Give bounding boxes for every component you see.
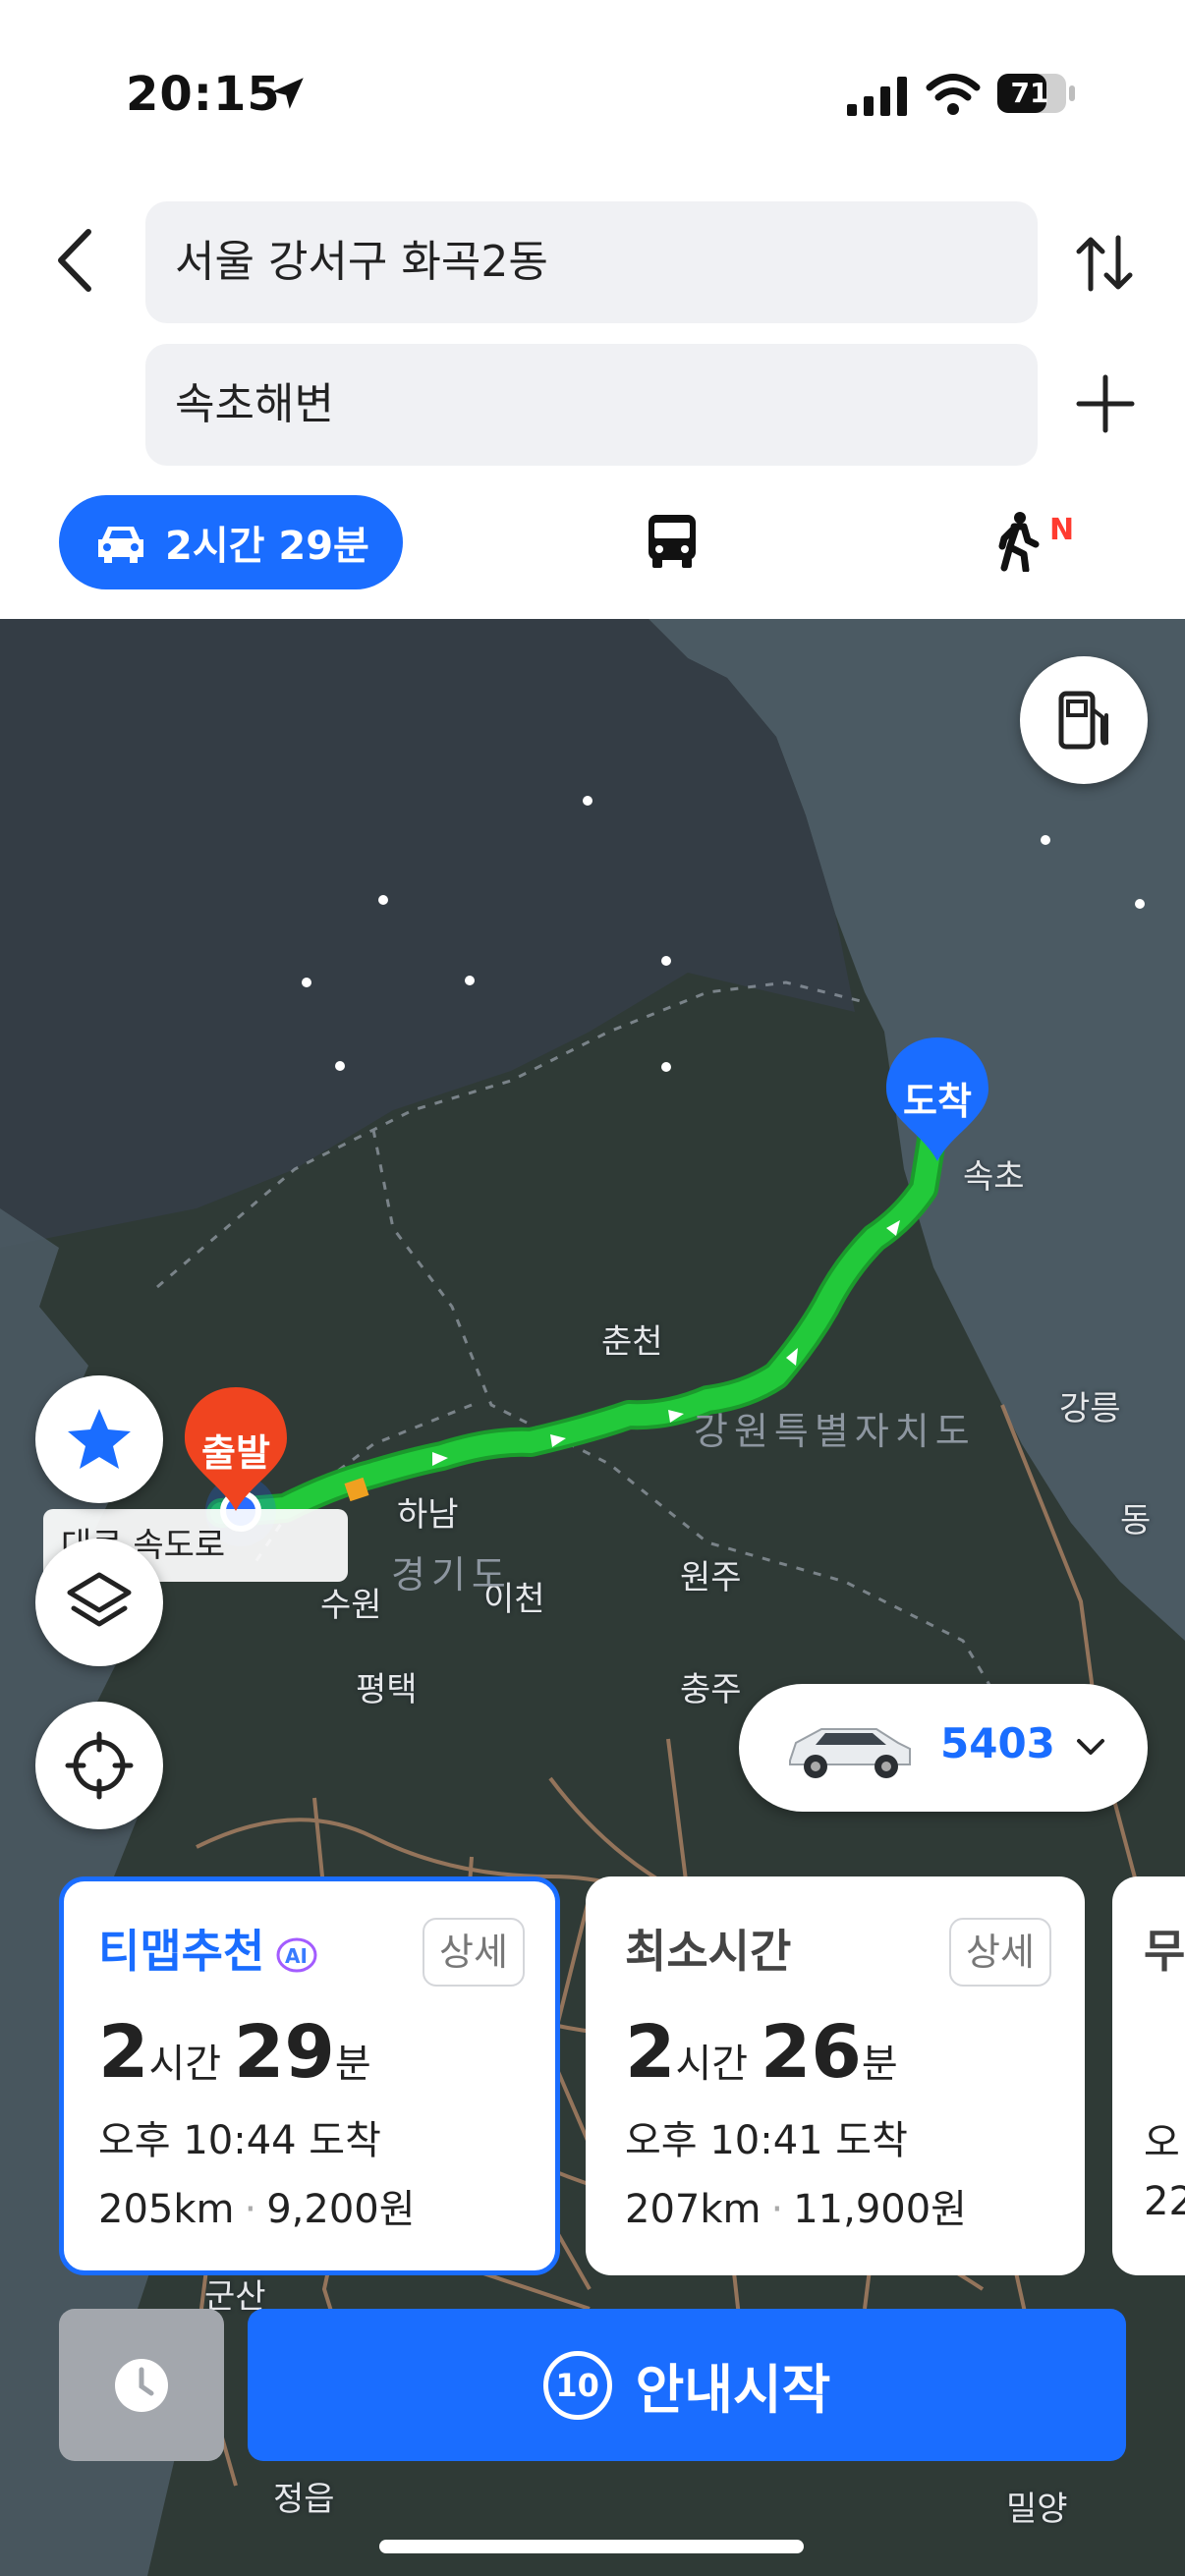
route-minutes: 26 [760,2010,862,2095]
walk-icon[interactable] [992,511,1042,572]
ai-badge-icon: AI [276,1937,317,1972]
route-minutes-unit: 분 [334,2042,371,2087]
clock-icon [115,2358,168,2412]
home-indicator[interactable] [379,2540,804,2553]
tab-car[interactable]: 2시간 29분 [59,495,403,589]
route-distance-toll: 207km · 11,900원 [625,2187,967,2232]
route-distance: 22 [1144,2179,1185,2224]
layers-button[interactable] [35,1539,163,1666]
map-region-gangwon: 강원특별자치도 [694,1410,976,1453]
new-badge: N [1049,513,1075,547]
route-eta: 오 [1144,2120,1180,2165]
map-view[interactable]: 속초 춘천 강릉 하남 수원 이천 원주 평택 충주 군산 정읍 밀양 동 강원… [0,619,1185,2576]
location-arrow-icon [272,78,304,109]
route-eta: 오후 10:44 도착 [98,2118,381,2163]
end-pin-label: 도착 [903,1080,972,1123]
svg-text:AI: AI [285,1944,308,1968]
start-navigation-button[interactable]: 10 안내시작 [248,2309,1126,2461]
status-time: 20:15 [126,67,281,122]
route-detail-button[interactable]: 상세 [949,1918,1051,1987]
map-label-dong: 동 [1120,1501,1152,1540]
route-hours: 2 [625,2010,676,2095]
map-label-wonju: 원주 [680,1558,742,1597]
car-icon [98,527,143,563]
route-title-label: 무 [1144,1925,1185,1978]
start-navigation-label: 안내시작 [635,2359,831,2421]
map-label-chungju: 충주 [680,1670,742,1709]
gas-station-button[interactable] [1020,656,1148,784]
status-bar: 20:15 71 [0,0,1185,187]
route-toll: 11,900원 [793,2187,967,2232]
route-distance: 205km [98,2187,235,2232]
bus-icon[interactable] [647,513,698,570]
map-label-miryang: 밀양 [1006,2490,1068,2529]
route-hours-unit: 시간 [148,2042,222,2087]
map-label-suwon: 수원 [320,1586,382,1625]
route-hours: 2 [98,2010,149,2095]
route-minutes-unit: 분 [861,2042,898,2087]
route-toll: 9,200원 [266,2187,416,2232]
map-label-gangneung: 강릉 [1059,1389,1121,1428]
vehicle-number: 5403 [940,1719,1055,1767]
route-card-partial[interactable]: 무 오 22 [1112,1876,1185,2275]
cellular-signal-icon [847,77,907,116]
route-distance: 207km [625,2187,762,2232]
departure-time-button[interactable] [59,2309,224,2461]
route-duration: 2시간 29분 [98,2010,555,2095]
countdown-timer: 10 [542,2350,612,2420]
vehicle-selector[interactable]: 5403 [739,1684,1148,1812]
map-base [0,619,1185,2576]
map-region-gyeonggi: 경기도 [391,1553,512,1596]
route-card-recommended[interactable]: 티맵추천 AI 상세 2시간 29분 오후 10:44 도착 205km · 9,20… [59,1876,560,2275]
back-icon[interactable] [51,226,100,295]
car-thumbnail-icon [789,1728,911,1778]
route-card-fastest[interactable]: 최소시간 상세 2시간 26분 오후 10:41 도착 207km · 11,900… [586,1876,1085,2275]
route-duration [1152,2010,1185,2097]
wifi-icon [926,74,981,115]
route-eta: 오후 10:41 도착 [625,2118,908,2163]
current-location-button[interactable] [35,1702,163,1829]
map-label-chuncheon: 춘천 [601,1322,663,1362]
crosshair-icon [65,1731,134,1800]
route-distance-toll: 205km · 9,200원 [98,2187,416,2232]
route-hours-unit: 시간 [675,2042,749,2087]
route-duration: 2시간 26분 [625,2010,1085,2095]
battery-level: 71 [1010,77,1049,109]
add-waypoint-icon[interactable] [1075,373,1136,434]
destination-input[interactable]: 속초해변 [145,344,1038,466]
origin-input[interactable]: 서울 강서구 화곡2동 [145,201,1038,323]
tab-car-label: 2시간 29분 [165,524,369,569]
star-icon [68,1409,131,1469]
route-detail-button[interactable]: 상세 [423,1918,525,1987]
gas-station-icon [1058,691,1108,750]
favorites-button[interactable] [35,1375,163,1503]
start-pin-label: 출발 [201,1431,270,1475]
map-label-jeongeup: 정읍 [273,2480,335,2519]
chevron-down-icon [1077,1739,1104,1755]
map-label-hanam: 하남 [397,1495,459,1535]
route-title-label: 티맵추천 [98,1925,265,1978]
route-minutes: 29 [233,2010,335,2095]
map-label-pyeongtaek: 평택 [356,1670,418,1709]
swap-icon[interactable] [1071,230,1138,297]
layers-icon [67,1572,132,1627]
